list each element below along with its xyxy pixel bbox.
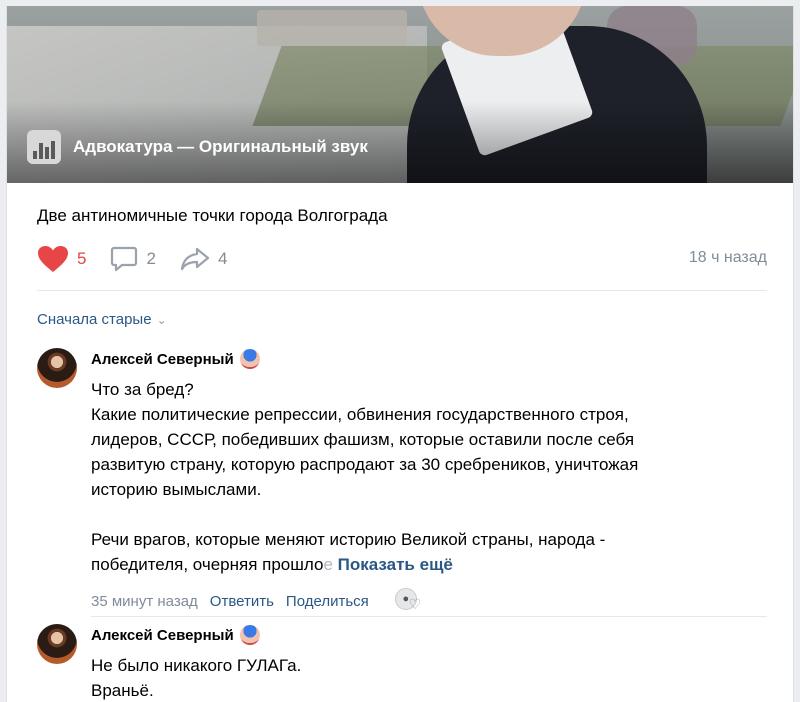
comment-count: 2 (146, 249, 156, 268)
post-text: Две антиномичные точки города Волгограда (37, 206, 388, 225)
comment-line-start: победителя, очерняя прошло (91, 555, 324, 574)
author-name[interactable]: Алексей Северный (91, 627, 234, 644)
author-badge-icon (239, 625, 260, 645)
video-player[interactable]: Адвокатура — Оригинальный звук (7, 6, 793, 183)
comment-author[interactable]: Алексей Северный (91, 625, 260, 645)
comment-line-fade: е (323, 555, 333, 574)
comment-line: историю вымыслами. (91, 480, 262, 499)
comment-author[interactable]: Алексей Северный (91, 349, 260, 369)
divider (37, 290, 767, 291)
comment-divider (91, 616, 767, 617)
comment-line: Речи врагов, которые меняют историю Вели… (91, 530, 606, 549)
comment-text: Что за бред? Какие политические репресси… (91, 377, 711, 577)
video-frame-bench (257, 10, 407, 46)
chevron-down-icon: ⌄ (156, 312, 167, 327)
comment-line (91, 502, 711, 527)
heart-icon (38, 246, 68, 272)
comment-time[interactable]: 35 минут назад (91, 593, 198, 610)
comment-sort-dropdown[interactable]: Сначала старые ⌄ (37, 311, 167, 328)
comment-like-button[interactable]: ● ♡ (394, 588, 422, 614)
audio-track[interactable]: Адвокатура — Оригинальный звук (27, 130, 368, 164)
share-comment-button[interactable]: Поделиться (286, 593, 369, 610)
heart-outline-icon: ♡ (408, 596, 422, 612)
audio-track-label[interactable]: Адвокатура — Оригинальный звук (73, 137, 368, 157)
comment-line: Не было никакого ГУЛАГа. (91, 656, 302, 675)
comment-line: лидеров, СССР, победивших фашизм, которы… (91, 430, 635, 449)
show-more-link[interactable]: Показать ещё (338, 555, 453, 574)
comment-button[interactable]: 2 (110, 246, 156, 272)
comment-icon (111, 246, 138, 272)
reply-button[interactable]: Ответить (210, 593, 274, 610)
share-count: 4 (217, 249, 228, 268)
comment-line: Враньё. (91, 681, 154, 700)
comment-line-truncated: победителя, очерняя прошлое Показать ещё (91, 552, 711, 577)
comment-line: Что за бред? (91, 380, 194, 399)
share-icon (180, 247, 210, 271)
comment-text: Не было никакого ГУЛАГа. Враньё. (91, 653, 711, 702)
comment-meta: 35 минут назад Ответить Поделиться ● ♡ (91, 588, 421, 614)
author-badge-icon (239, 349, 260, 369)
comment-line: развитую страну, которую распродают за 3… (91, 455, 639, 474)
author-name[interactable]: Алексей Северный (91, 351, 234, 368)
avatar[interactable] (37, 624, 77, 664)
like-count: 5 (77, 249, 87, 268)
like-button[interactable]: 5 (37, 245, 86, 273)
share-button[interactable]: 4 (180, 246, 227, 272)
post-card: Адвокатура — Оригинальный звук Две антин… (6, 6, 794, 702)
comment-sort-label: Сначала старые (37, 311, 152, 328)
post-time[interactable]: 18 ч назад (689, 249, 767, 267)
audio-cover-icon (27, 130, 61, 164)
post-actions: 5 2 4 18 ч назад (37, 246, 767, 272)
avatar[interactable] (37, 348, 77, 388)
comment-line: Какие политические репрессии, обвинения … (91, 405, 629, 424)
